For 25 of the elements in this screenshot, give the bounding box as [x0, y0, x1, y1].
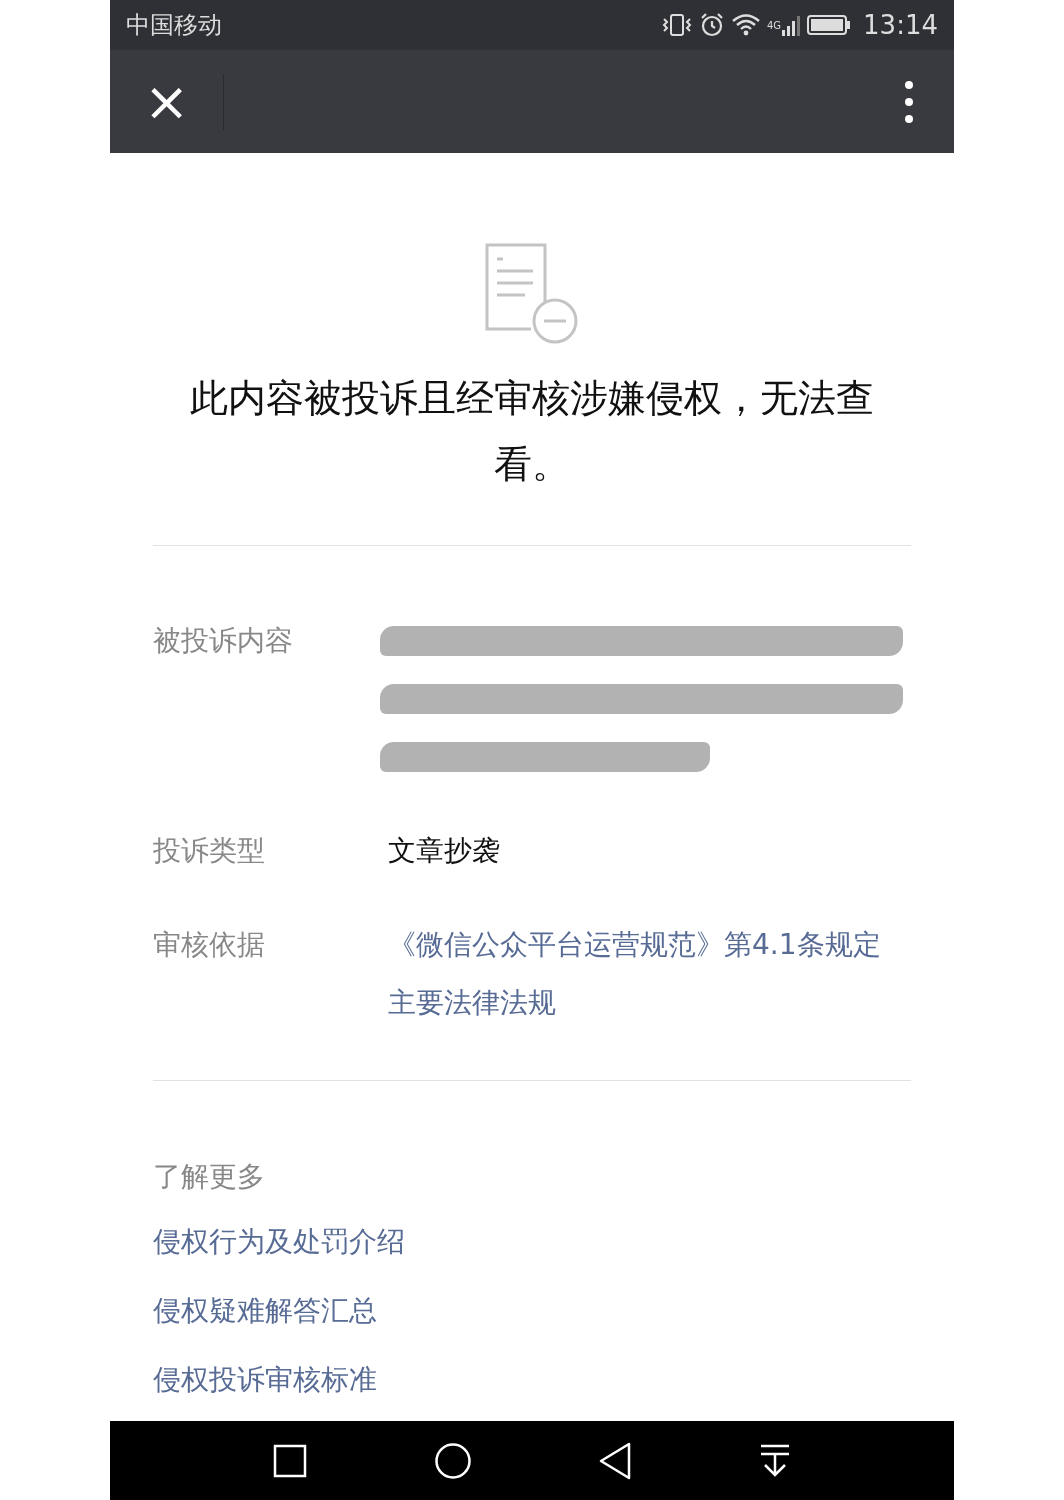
clock-time: 13:14 [863, 10, 938, 40]
close-button[interactable]: × [140, 74, 194, 129]
more-menu-icon[interactable] [904, 79, 914, 124]
notice-title: 此内容被投诉且经审核涉嫌侵权，无法查看。 [189, 375, 875, 488]
detail-label: 审核依据 [153, 927, 266, 963]
carrier-name: 中国移动 [126, 10, 222, 41]
detail-value: 文章抄袭 [388, 833, 500, 869]
help-link[interactable]: 侵权行为及处罚介绍 [153, 1207, 405, 1276]
network-label: 4G [766, 20, 782, 31]
back-icon[interactable] [598, 1441, 633, 1480]
wifi-icon [730, 13, 761, 37]
recent-apps-icon[interactable] [273, 1443, 308, 1478]
home-icon[interactable] [433, 1441, 472, 1480]
learn-more-heading: 了解更多 [153, 1159, 266, 1195]
signal-icon [781, 14, 802, 36]
detail-label: 投诉类型 [153, 833, 266, 869]
battery-icon [807, 14, 852, 36]
rule-link[interactable]: 《微信公众平台运营规范》第4.1条规定 [388, 916, 881, 974]
rule-link[interactable]: 主要法律法规 [388, 974, 556, 1032]
detail-label: 被投诉内容 [153, 623, 294, 659]
vibrate-icon [660, 13, 693, 37]
help-link[interactable]: 侵权投诉审核标准 [153, 1345, 377, 1414]
help-link[interactable]: 侵权疑难解答汇总 [153, 1276, 377, 1345]
document-blocked-icon [485, 243, 579, 345]
notification-pull-icon[interactable] [758, 1443, 791, 1478]
